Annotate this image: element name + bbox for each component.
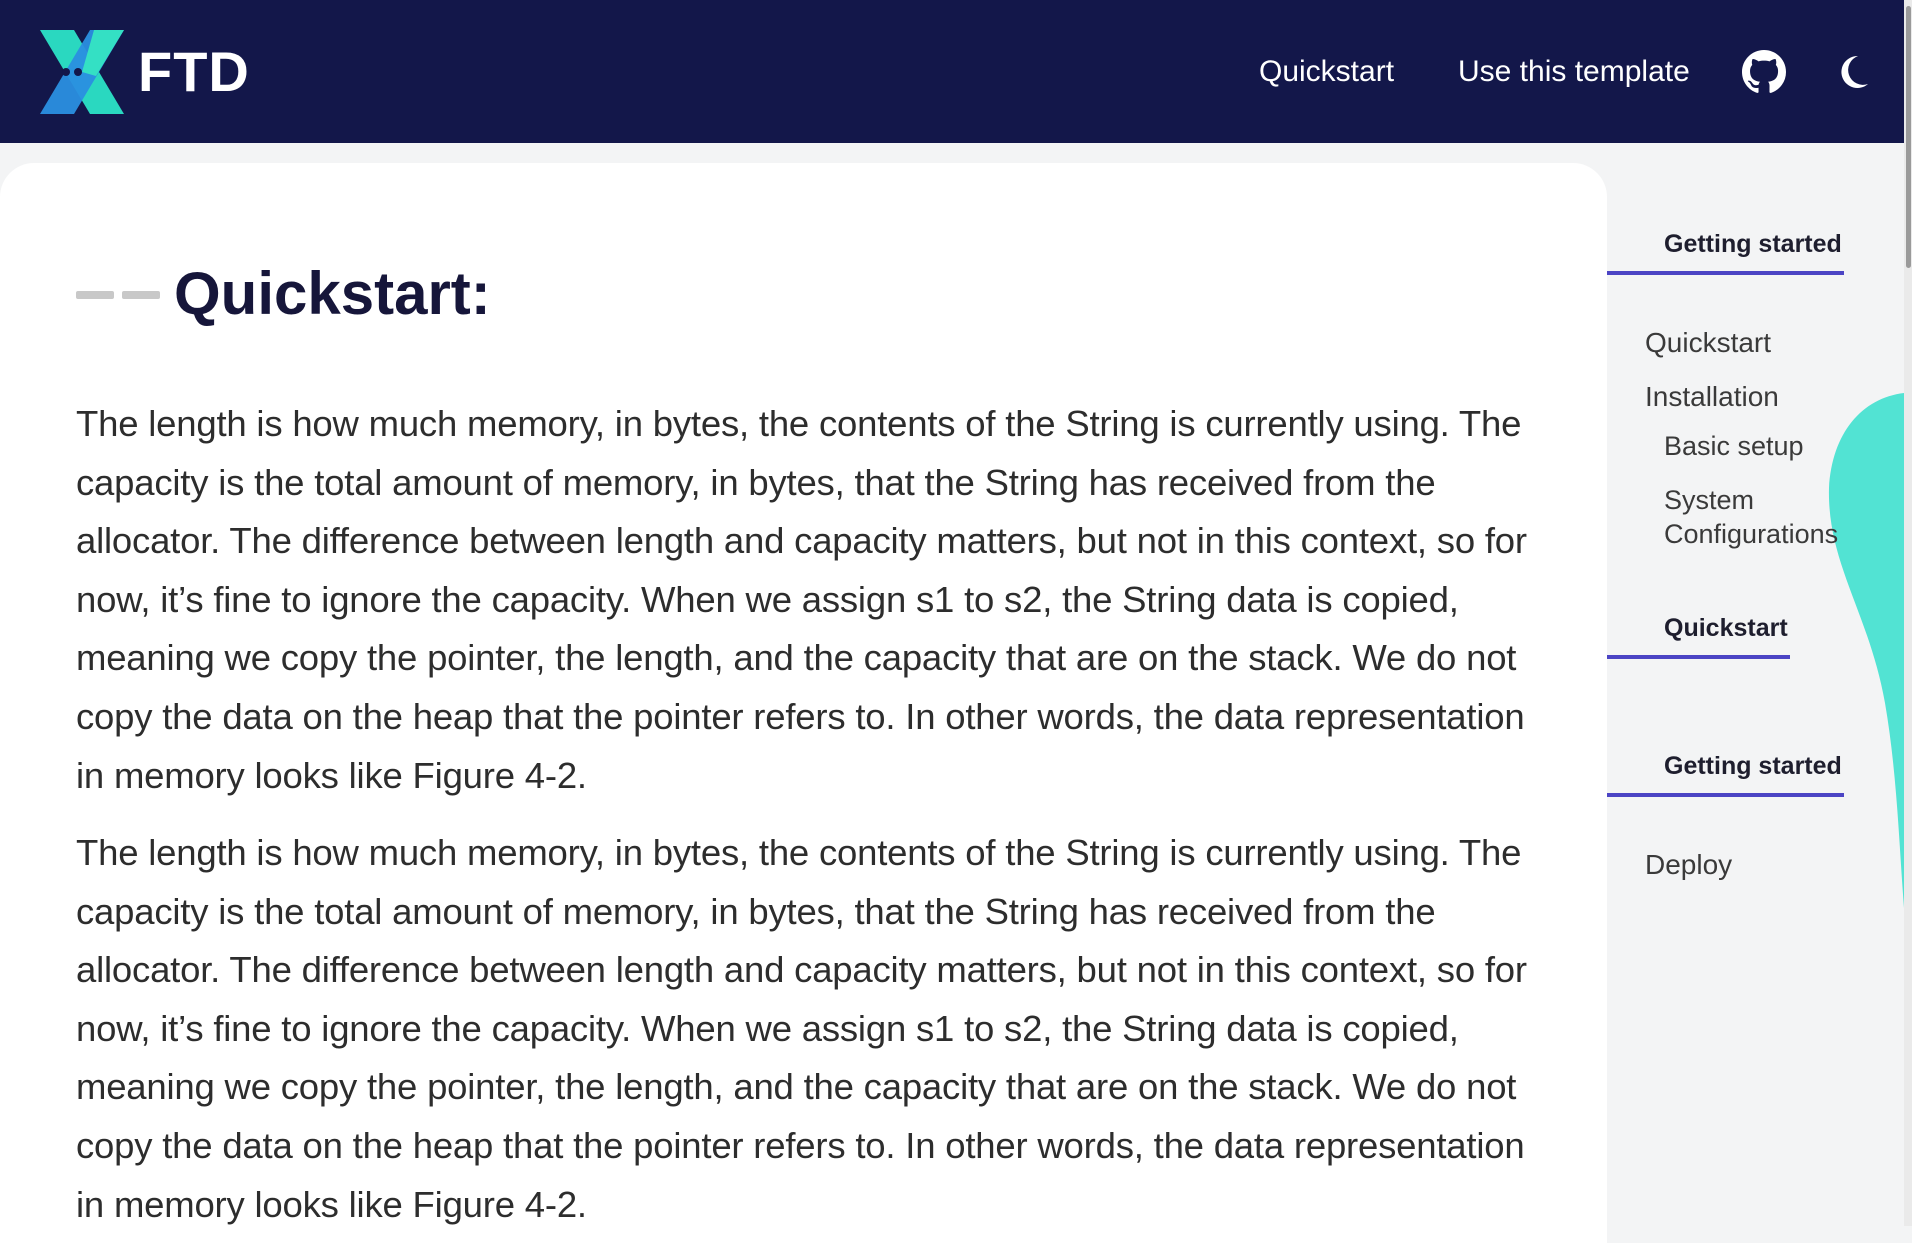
toc-section-underline: [1607, 793, 1844, 797]
toc-item-system[interactable]: System: [1664, 483, 1754, 517]
decorative-blob: [1828, 393, 1904, 908]
heading-decoration: [76, 291, 162, 299]
nav-use-template-link[interactable]: Use this template: [1458, 52, 1690, 92]
toc-section-getting-started[interactable]: Getting started: [1664, 230, 1842, 259]
toc-section-quickstart[interactable]: Quickstart: [1664, 614, 1788, 643]
moon-icon[interactable]: [1830, 50, 1874, 94]
ftd-logo-icon[interactable]: [34, 26, 130, 118]
brand-name[interactable]: FTD: [138, 38, 250, 106]
toc-item-basic-setup[interactable]: Basic setup: [1664, 429, 1804, 463]
nav-quickstart-link[interactable]: Quickstart: [1259, 52, 1394, 92]
toc-section-underline: [1607, 271, 1844, 275]
paragraph-1: The length is how much memory, in bytes,…: [76, 403, 1527, 796]
page-title: Quickstart:: [174, 260, 491, 327]
toc-item-quickstart[interactable]: Quickstart: [1645, 326, 1771, 360]
toc-item-deploy[interactable]: Deploy: [1645, 848, 1732, 882]
scrollbar-thumb[interactable]: [1906, 6, 1911, 268]
table-of-contents: Getting started Quickstart Installation …: [1607, 143, 1904, 1226]
top-navbar: FTD Quickstart Use this template: [0, 0, 1904, 143]
toc-item-installation[interactable]: Installation: [1645, 380, 1779, 414]
paragraph-2: The length is how much memory, in bytes,…: [76, 832, 1527, 1225]
toc-item-configurations[interactable]: Configurations: [1664, 517, 1838, 551]
toc-section-getting-started-2[interactable]: Getting started: [1664, 752, 1842, 781]
github-icon[interactable]: [1742, 50, 1786, 94]
toc-section-underline: [1607, 655, 1790, 659]
